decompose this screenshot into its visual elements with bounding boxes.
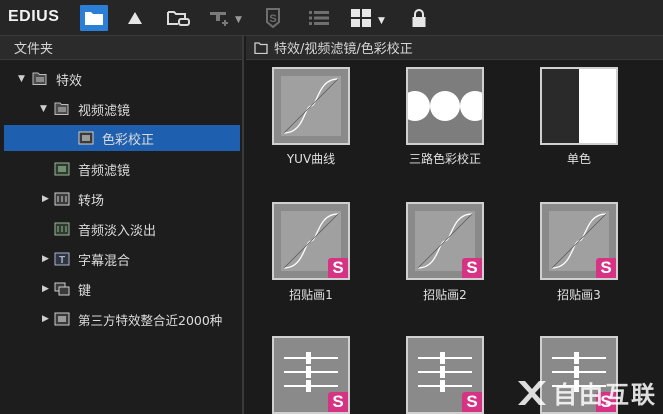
s-shield-icon: S: [266, 8, 280, 28]
filter-folder-icon: [78, 131, 94, 145]
expand-arrow-icon[interactable]: ▼: [18, 74, 25, 84]
folder-view-button[interactable]: [80, 5, 108, 31]
transition-icon: [54, 192, 70, 206]
toolbar: EDIUS ▼ S ▼: [0, 0, 663, 36]
grid-view-icon: [351, 9, 371, 27]
tree-item-label: 音频淡入淡出: [78, 224, 157, 239]
tree-item-label: 特效: [56, 74, 83, 89]
title-mix-icon: T: [54, 252, 70, 266]
tree-item-effects[interactable]: ▼ 特效: [0, 66, 240, 92]
watermark: 自由互联: [515, 375, 657, 410]
key-icon: [54, 282, 70, 296]
collapse-arrow-icon[interactable]: ▶: [42, 284, 49, 294]
tree-item-audio-filters[interactable]: 音频滤镜: [0, 156, 240, 182]
collapse-arrow-icon[interactable]: ▶: [42, 194, 49, 204]
collapse-arrow-icon[interactable]: ▶: [42, 254, 49, 264]
link-folder-button[interactable]: [165, 5, 193, 31]
s-button[interactable]: S: [262, 5, 284, 31]
effect-label: YUV曲线: [286, 152, 336, 166]
s-badge-icon: S: [328, 258, 348, 278]
svg-text:T: T: [59, 255, 65, 266]
list-view-button[interactable]: [306, 5, 332, 31]
curve-graph-icon: [281, 76, 341, 136]
tree-item-keys[interactable]: ▶ 键: [0, 276, 240, 302]
lock-icon: [412, 9, 426, 27]
effect-thumbnail: S: [272, 202, 350, 280]
effect-thumbnail: [540, 67, 618, 145]
tree-item-label: 转场: [78, 194, 105, 209]
color-wheels-icon: [408, 69, 482, 143]
tree-item-label: 字幕混合: [78, 254, 131, 269]
svg-text:S: S: [269, 13, 276, 25]
folder-panel: 文件夹 ▼ 特效 ▼ 视频滤镜 色彩校正 音频滤镜 ▶ 转场 音频淡入淡出 ▶ …: [0, 36, 244, 414]
triangle-button[interactable]: [123, 5, 147, 31]
tree-item-label: 色彩校正: [102, 133, 155, 148]
s-badge-icon: S: [328, 392, 348, 412]
x-logo-icon: [518, 380, 546, 405]
tree-item-label: 键: [78, 284, 92, 299]
open-folder-icon: [32, 72, 47, 85]
effect-label: 招贴画1: [289, 288, 333, 302]
effect-thumbnail: [406, 67, 484, 145]
expand-arrow-icon[interactable]: ▼: [40, 104, 47, 114]
filter-folder-icon: [54, 312, 70, 326]
tree-item-title-mix[interactable]: ▶ T 字幕混合: [0, 246, 240, 272]
effect-thumbnail: S: [406, 336, 484, 414]
tree-item-label: 音频滤镜: [78, 164, 131, 179]
lock-button[interactable]: [408, 5, 430, 31]
breadcrumb: 特效/视频滤镜/色彩校正: [246, 36, 663, 60]
audio-filter-icon: [54, 162, 70, 176]
tree-item-label: 第三方特效整合近2000种: [78, 313, 223, 328]
effect-thumbnail: S: [406, 202, 484, 280]
effect-label: 三路色彩校正: [408, 152, 481, 166]
tree-item-video-filters[interactable]: ▼ 视频滤镜: [0, 96, 240, 122]
triangle-icon: [128, 12, 142, 24]
s-badge-icon: S: [462, 258, 482, 278]
tree-item-audio-fade[interactable]: 音频淡入淡出: [0, 216, 240, 242]
effect-label: 单色: [566, 152, 591, 166]
collapse-arrow-icon[interactable]: ▶: [42, 314, 49, 324]
open-folder-icon: [54, 102, 69, 115]
list-view-icon: [309, 11, 329, 25]
tree-item-transitions[interactable]: ▶ 转场: [0, 186, 240, 212]
breadcrumb-path: 特效/视频滤镜/色彩校正: [274, 42, 413, 57]
monochrome-icon: [542, 69, 616, 143]
folder-panel-title: 文件夹: [0, 36, 242, 60]
effect-label: 招贴画2: [423, 288, 467, 302]
tree-item-third-party[interactable]: ▶ 第三方特效整合近2000种: [0, 306, 244, 332]
add-effect-button[interactable]: [206, 5, 234, 31]
folder-icon: [85, 12, 103, 25]
effect-label: 招贴画3: [557, 288, 601, 302]
s-badge-icon: S: [462, 392, 482, 412]
effect-thumbnail: S: [540, 202, 618, 280]
tree-item-color-correction[interactable]: 色彩校正: [4, 125, 240, 151]
folder-icon: [254, 41, 268, 54]
effect-thumbnail: [272, 67, 350, 145]
add-effect-icon: [210, 12, 228, 26]
link-folder-icon: [167, 11, 190, 26]
watermark-text: 自由互联: [553, 381, 657, 409]
app-brand: EDIUS: [8, 8, 60, 25]
effect-thumbnail: S: [272, 336, 350, 414]
grid-view-button[interactable]: [348, 5, 374, 31]
audio-fade-icon: [54, 222, 70, 236]
s-badge-icon: S: [596, 258, 616, 278]
tree-item-label: 视频滤镜: [78, 104, 131, 119]
add-effect-dropdown-icon[interactable]: ▼: [235, 15, 242, 25]
grid-view-dropdown-icon[interactable]: ▼: [378, 16, 385, 26]
